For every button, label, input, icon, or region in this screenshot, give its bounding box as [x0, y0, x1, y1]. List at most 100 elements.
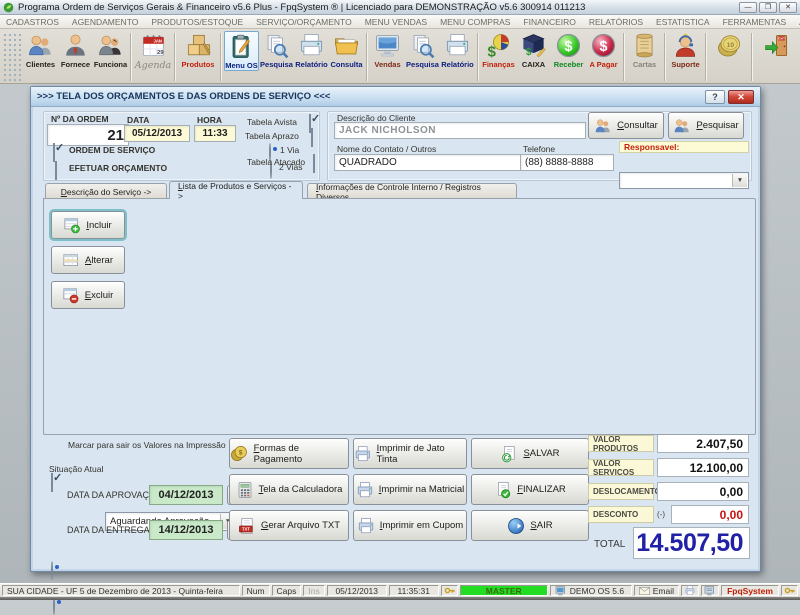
minimize-button[interactable]: —	[739, 2, 757, 13]
toolbar-produtos[interactable]: Produtos	[178, 31, 218, 69]
status-email[interactable]: Email	[634, 585, 679, 596]
calculadora-button[interactable]: Tela da Calculadora	[229, 474, 349, 505]
date-field[interactable]: 05/12/2013	[124, 125, 190, 142]
valor-servicos-value: 12.100,00	[657, 458, 749, 477]
status-user-badge: MASTER	[460, 585, 548, 596]
sair-button[interactable]: SAIR	[471, 510, 589, 541]
report-printer-icon	[298, 32, 325, 59]
toolbar-pesquisa-vendas[interactable]: Pesquisa	[405, 31, 440, 69]
toolbar-relatorio-os[interactable]: Relatório	[294, 31, 329, 69]
menu-cadastros[interactable]: CADASTROS	[6, 17, 59, 27]
desktop: { "titlebar": { "title": "Programa Ordem…	[0, 0, 800, 600]
print-values-checkbox[interactable]	[51, 473, 53, 492]
alterar-button[interactable]: Alterar	[51, 246, 125, 274]
toolbar-pesquisa-os[interactable]: Pesquisa	[259, 31, 294, 69]
menu-financeiro[interactable]: FINANCEIRO	[523, 17, 575, 27]
toolbar-agenda[interactable]: JAN29 Agenda	[134, 31, 172, 71]
dialog-titlebar[interactable]: >>> TELA DOS ORÇAMENTOS E DAS ORDENS DE …	[31, 87, 760, 107]
computer-icon	[555, 586, 567, 596]
gerar-txt-button[interactable]: TXT Gerar Arquivo TXT	[229, 510, 349, 541]
menu-relatorios[interactable]: RELATÓRIOS	[589, 17, 643, 27]
salvar-button[interactable]: SALVAR	[471, 438, 589, 469]
imprimir-jato-button[interactable]: Imprimir de Jato Tinta	[353, 438, 467, 469]
svg-text:$: $	[526, 47, 532, 58]
close-button[interactable]: ✕	[779, 2, 797, 13]
dialog-close-button[interactable]: ✕	[728, 90, 754, 104]
tab-lista-produtos[interactable]: Lista de Produtos e Serviços ->	[169, 181, 303, 199]
menu-servico-orcamento[interactable]: SERVIÇO/ORÇAMENTO	[256, 17, 352, 27]
toolbar: Clientes Fornece Funciona JAN29 Agenda P…	[0, 29, 800, 84]
aprovacao-date-field[interactable]: 04/12/2013	[149, 485, 223, 505]
toolbar-vendas[interactable]: Vendas	[370, 31, 405, 69]
toolbar-moeda[interactable]: 10	[709, 31, 749, 59]
toolbar-suporte[interactable]: Suporte	[668, 31, 703, 69]
formas-pagamento-button[interactable]: $ Formas de Pagamento	[229, 438, 349, 469]
dialog-title: >>> TELA DOS ORÇAMENTOS E DAS ORDENS DE …	[37, 91, 330, 102]
menu-compras[interactable]: MENU COMPRAS	[440, 17, 510, 27]
pay-money-icon: $	[590, 32, 617, 59]
toolbar-sair-app[interactable]: EXIT	[755, 31, 797, 59]
one-copy-label: 1 Via	[280, 145, 299, 155]
toolbar-separator	[705, 33, 707, 81]
toolbar-financas[interactable]: $ Finanças	[481, 31, 516, 69]
toolbar-clientes[interactable]: Clientes	[23, 31, 58, 69]
toolbar-caixa[interactable]: $ CAIXA	[516, 31, 551, 69]
toolbar-menu-os[interactable]: Menu OS	[224, 31, 259, 71]
order-number-label: Nº DA ORDEM	[51, 114, 109, 124]
search-documents-icon	[263, 32, 290, 59]
toolbar-separator	[220, 33, 222, 81]
imprimir-cupom-button[interactable]: Imprimir em Cupom	[353, 510, 467, 541]
imprimir-matricial-button[interactable]: Imprimir na Matricial	[353, 474, 467, 505]
budget-checkbox[interactable]	[55, 161, 57, 180]
tabela-atacado-checkbox[interactable]	[313, 154, 315, 173]
aprovacao-radio[interactable]	[51, 561, 53, 580]
add-row-icon	[64, 217, 81, 234]
responsible-label: Responsavel:	[619, 141, 749, 153]
toolbar-receber[interactable]: $ Receber	[551, 31, 586, 69]
menu-ferramentas[interactable]: FERRAMENTAS	[723, 17, 787, 27]
phone-label: Telefone	[523, 144, 555, 154]
responsible-dropdown[interactable]: ▼	[619, 172, 749, 189]
edit-row-icon	[63, 252, 80, 269]
toolbar-consulta[interactable]: Consulta	[329, 31, 364, 69]
menu-produtos-estoque[interactable]: PRODUTOS/ESTOQUE	[151, 17, 243, 27]
toolbar-cartas[interactable]: Cartas	[627, 31, 662, 69]
printer-icon	[357, 517, 375, 535]
contact-label: Nome do Contato / Outros	[337, 144, 436, 154]
toolbar-separator	[751, 33, 753, 81]
status-printer[interactable]	[681, 585, 699, 596]
client-field[interactable]: JACK NICHOLSON	[334, 122, 586, 139]
menu-estatistica[interactable]: ESTATISTICA	[656, 17, 710, 27]
excluir-button[interactable]: Excluir	[51, 281, 125, 309]
time-field[interactable]: 11:33	[194, 125, 236, 142]
tab-descricao-servico[interactable]: Descrição do Serviço ->	[45, 183, 167, 199]
tabela-aprazo-checkbox[interactable]	[311, 128, 313, 147]
lookup-folder-icon	[333, 32, 360, 59]
consultar-button[interactable]: Consultar	[588, 112, 664, 139]
aprovacao-label: DATA DA APROVAÇÃO	[67, 490, 162, 500]
desconto-value[interactable]: 0,00	[671, 505, 749, 524]
toolbar-fornece[interactable]: Fornece	[58, 31, 93, 69]
clients-people-icon	[27, 32, 54, 59]
service-order-checkbox[interactable]	[53, 143, 55, 162]
restore-button[interactable]: ❐	[759, 2, 777, 13]
tab-controle-interno[interactable]: Informações de Controle Interno / Regist…	[307, 183, 517, 199]
situacao-label: Situação Atual	[49, 464, 103, 474]
menu-vendas[interactable]: MENU VENDAS	[365, 17, 427, 27]
key-icon	[784, 585, 795, 596]
status-display[interactable]	[701, 585, 719, 596]
toolbar-relatorio-vendas[interactable]: Relatório	[440, 31, 475, 69]
finance-pie-icon: $	[485, 32, 512, 59]
menu-agendamento[interactable]: AGENDAMENTO	[72, 17, 138, 27]
txt-file-icon: TXT	[238, 517, 256, 535]
finalizar-button[interactable]: FINALIZAR	[471, 474, 589, 505]
toolbar-funciona[interactable]: Funciona	[93, 31, 128, 69]
pesquisar-button[interactable]: Pesquisar	[668, 112, 744, 139]
phone-field[interactable]: (88) 8888-8888	[520, 154, 614, 171]
dialog-help-button[interactable]: ?	[705, 90, 725, 104]
incluir-button[interactable]: Incluir	[51, 211, 125, 239]
toolbar-a-pagar[interactable]: $ A Pagar	[586, 31, 621, 69]
entrega-date-field[interactable]: 14/12/2013	[149, 520, 223, 540]
total-value: 14.507,50	[633, 527, 750, 559]
app-icon	[3, 2, 14, 13]
